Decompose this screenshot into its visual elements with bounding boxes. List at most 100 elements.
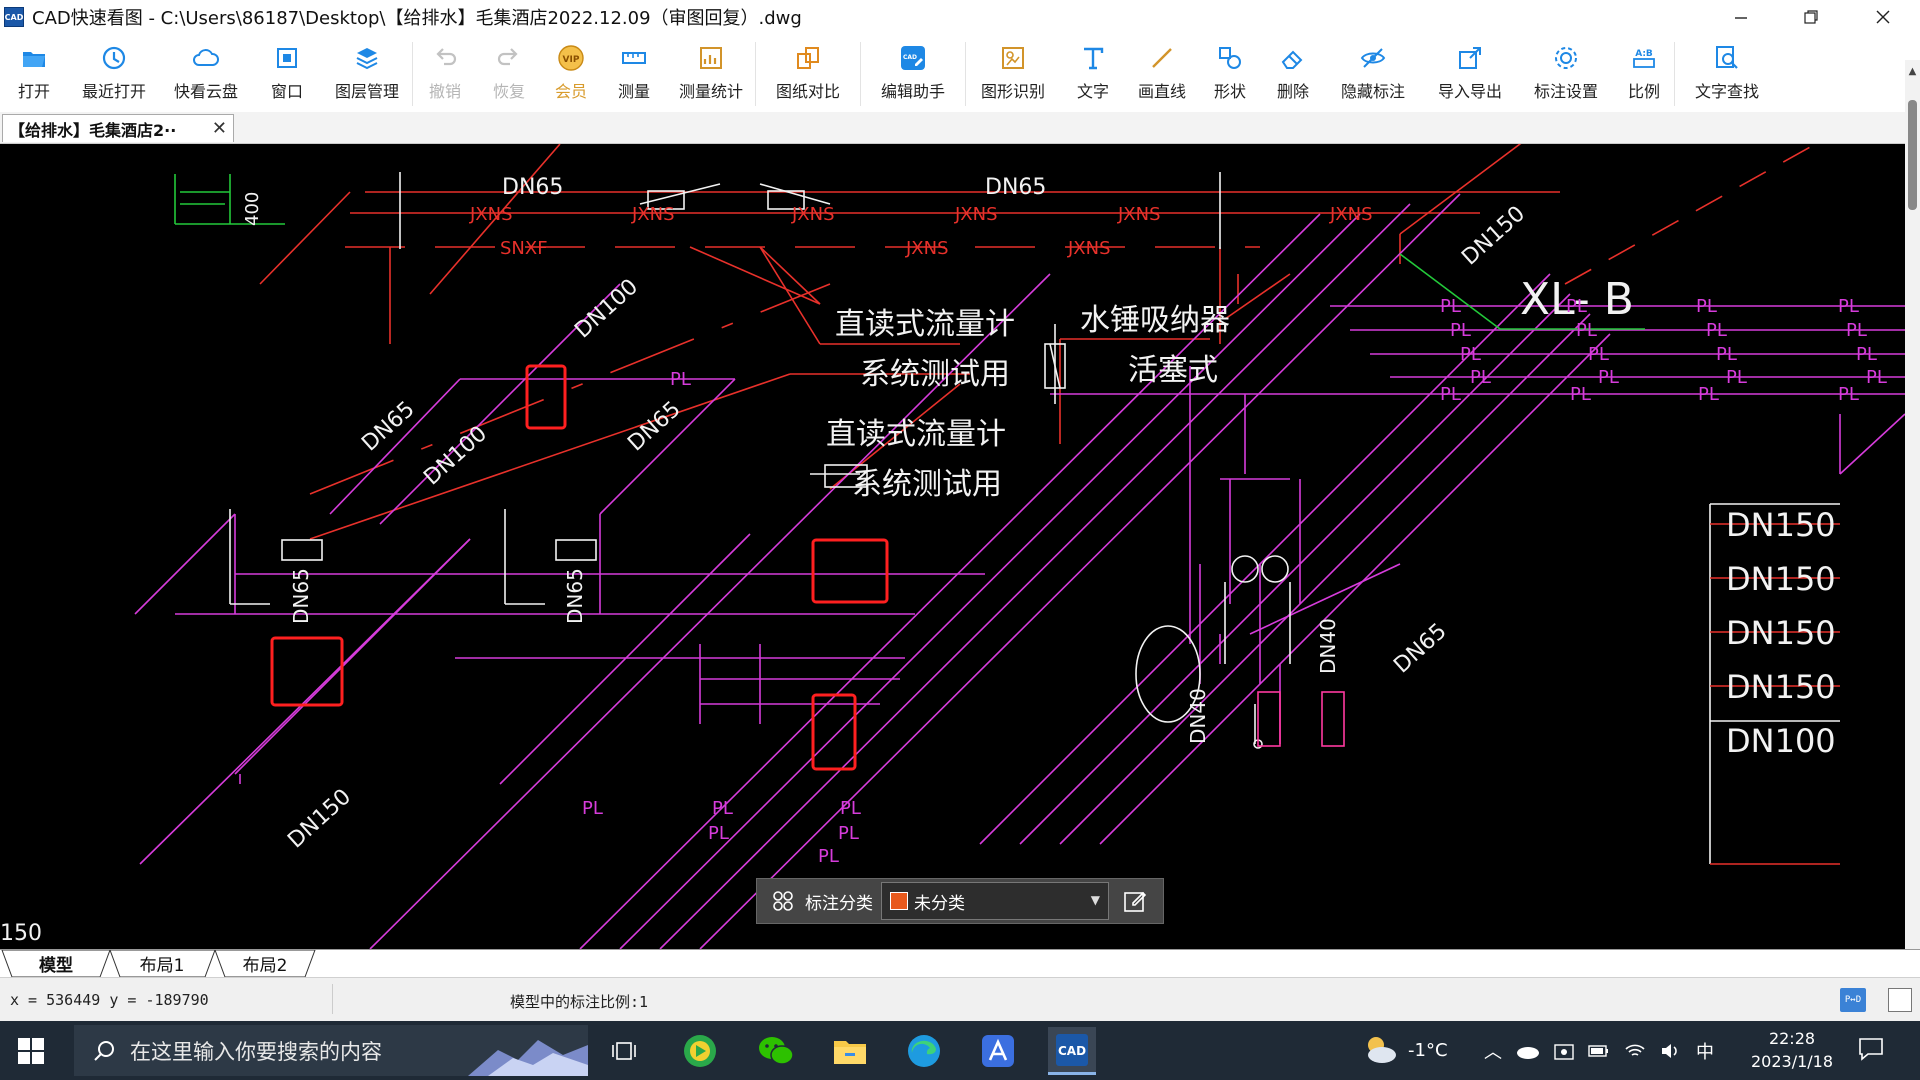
hide-annotation-button[interactable]: 隐藏标注 — [1324, 34, 1422, 112]
pipe-label-jxns: JXNS — [1329, 204, 1373, 225]
layer-manager-label: 图层管理 — [334, 82, 399, 101]
search-highlight-art-icon — [468, 1040, 588, 1076]
cursor-coordinates: x = 536449 y = -189790 — [10, 991, 209, 1009]
open-label: 打开 — [17, 82, 50, 101]
measure-button[interactable]: 测量 — [601, 34, 667, 112]
pipe-label-pl: PL — [712, 798, 733, 819]
label-dn65: DN65 — [563, 568, 587, 624]
annotation-category-value: 未分类 — [914, 893, 965, 914]
ime-indicator[interactable]: 中 — [1696, 1038, 1714, 1064]
close-tab-icon[interactable]: ✕ — [212, 118, 227, 139]
cad-viewer-taskbar-icon[interactable]: CAD — [1048, 1027, 1096, 1075]
shape-recognition-icon — [1002, 47, 1024, 69]
grid-icon[interactable] — [769, 887, 797, 915]
text-button[interactable]: 文字 — [1060, 34, 1126, 112]
hide-eye-icon — [1360, 48, 1386, 68]
import-export-button[interactable]: 导入导出 — [1422, 34, 1518, 112]
minimize-button[interactable] — [1706, 0, 1776, 34]
recent-open-button[interactable]: 最近打开 — [68, 34, 160, 112]
review-highlight-boxes — [270, 364, 889, 771]
measure-stats-button[interactable]: 测量统计 — [667, 34, 755, 112]
redo-button[interactable]: 恢复 — [477, 34, 541, 112]
category-color-swatch — [890, 892, 908, 910]
restore-button[interactable] — [1776, 0, 1846, 34]
drawing-compare-label: 图纸对比 — [775, 82, 840, 101]
edit-icon[interactable] — [1121, 887, 1149, 915]
label-dn65: DN65 — [502, 175, 563, 200]
clock-time: 22:28 — [1768, 1029, 1816, 1048]
vip-button[interactable]: VIP 会员 — [541, 34, 601, 112]
close-button[interactable] — [1848, 0, 1918, 34]
draw-line-label: 画直线 — [1137, 82, 1186, 101]
redo-label: 恢复 — [492, 82, 525, 101]
main-toolbar: 打开 最近打开 快看云盘 窗口 图层管理 撤销 恢复 VIP 会员 测量 测量统… — [0, 34, 1920, 112]
vertical-scrollbar[interactable]: ▲ — [1905, 60, 1920, 949]
windows-start-icon[interactable] — [18, 1038, 44, 1064]
label-dn65: DN65 — [623, 397, 685, 457]
annotation-category-select[interactable]: 未分类 ▼ — [881, 882, 1109, 920]
shapes-label: 形状 — [1213, 82, 1246, 101]
label-piston-type: 活塞式 — [1128, 353, 1218, 388]
search-placeholder: 在这里输入你要搜索的内容 — [130, 1039, 382, 1064]
document-tab[interactable]: 【给排水】毛集酒店2·· ✕ — [2, 114, 234, 142]
label-water-hammer-arrestor: 水锤吸纳器 — [1080, 303, 1230, 338]
cloud-drive-button[interactable]: 快看云盘 — [160, 34, 252, 112]
scrollbar-thumb[interactable] — [1908, 100, 1917, 210]
layer-manager-button[interactable]: 图层管理 — [322, 34, 412, 112]
tray-app-icon[interactable] — [1554, 1042, 1574, 1060]
delete-button[interactable]: 删除 — [1262, 34, 1324, 112]
taskbar-search-box[interactable]: 在这里输入你要搜索的内容 — [74, 1025, 588, 1076]
pipe-label-jxns: JXNS — [954, 204, 998, 225]
cad-drawing[interactable]: DN65 DN65 DN100 DN65 DN100 DN65 DN65 DN6… — [0, 144, 1905, 949]
tab-model[interactable]: 模型 — [12, 950, 100, 977]
notification-center-icon[interactable] — [1858, 1037, 1884, 1061]
paper-model-toggle-icon[interactable]: P↔D — [1840, 988, 1866, 1012]
onedrive-cloud-icon[interactable] — [1516, 1043, 1540, 1059]
shapes-icon — [1219, 47, 1241, 69]
pipe-label-pl: PL — [1450, 320, 1471, 341]
window-button[interactable]: 窗口 — [252, 34, 322, 112]
volume-icon[interactable] — [1660, 1042, 1682, 1060]
tray-expand-chevron-icon[interactable]: ︿ — [1484, 1038, 1502, 1064]
shapes-button[interactable]: 形状 — [1198, 34, 1262, 112]
drawing-canvas[interactable]: DN65 DN65 DN100 DN65 DN100 DN65 DN65 DN6… — [0, 144, 1905, 949]
scroll-up-icon[interactable]: ▲ — [1905, 66, 1920, 77]
media-player-app-icon[interactable] — [676, 1027, 724, 1075]
tab-layout2[interactable]: 布局2 — [222, 950, 308, 977]
pipe-label-pl: PL — [840, 798, 861, 819]
edit-assistant-button[interactable]: CAD 编辑助手 — [861, 34, 965, 112]
battery-icon[interactable] — [1588, 1044, 1610, 1058]
pipe-label-pl: PL — [1566, 296, 1587, 317]
draw-line-button[interactable]: 画直线 — [1126, 34, 1198, 112]
file-explorer-icon[interactable] — [826, 1027, 874, 1075]
window-title: CAD快速看图 - C:\Users\86187\Desktop\【给排水】毛集… — [32, 8, 802, 29]
fullscreen-icon[interactable] — [1888, 988, 1912, 1012]
app-logo-icon: CAD — [4, 7, 24, 27]
pipe-label-pl: PL — [1846, 320, 1867, 341]
tab-layout1[interactable]: 布局1 — [118, 950, 206, 977]
pipe-label-pl: PL — [582, 798, 603, 819]
wechat-icon[interactable] — [752, 1027, 800, 1075]
open-button[interactable]: 打开 — [0, 34, 68, 112]
edge-browser-icon[interactable] — [900, 1027, 948, 1075]
wifi-icon[interactable] — [1624, 1042, 1646, 1060]
layers-icon — [356, 48, 378, 70]
pipe-label-snxf: SNXF — [500, 238, 548, 259]
pdf-app-icon[interactable] — [974, 1027, 1022, 1075]
shape-recognition-button[interactable]: 图形识别 — [966, 34, 1060, 112]
scale-button[interactable]: A:B 比例 — [1614, 34, 1674, 112]
scale-label: 比例 — [1627, 82, 1660, 101]
weather-widget[interactable]: -1°C — [1362, 1035, 1448, 1065]
system-clock[interactable]: 22:28 2023/1/18 — [1742, 1027, 1842, 1073]
undo-button[interactable]: 撤销 — [413, 34, 477, 112]
label-dn65: DN65 — [289, 568, 313, 624]
label-dn100: DN100 — [570, 274, 643, 343]
pipe-label-jxns: JXNS — [1117, 204, 1161, 225]
pipe-label-jxns: JXNS — [1067, 238, 1111, 259]
hide-annotation-label: 隐藏标注 — [1340, 82, 1405, 101]
task-view-icon[interactable] — [600, 1027, 648, 1075]
text-search-button[interactable]: 文字查找 — [1675, 34, 1779, 112]
drawing-compare-button[interactable]: 图纸对比 — [756, 34, 860, 112]
annotation-settings-button[interactable]: 标注设置 — [1518, 34, 1614, 112]
label-dn65: DN65 — [1389, 619, 1451, 679]
